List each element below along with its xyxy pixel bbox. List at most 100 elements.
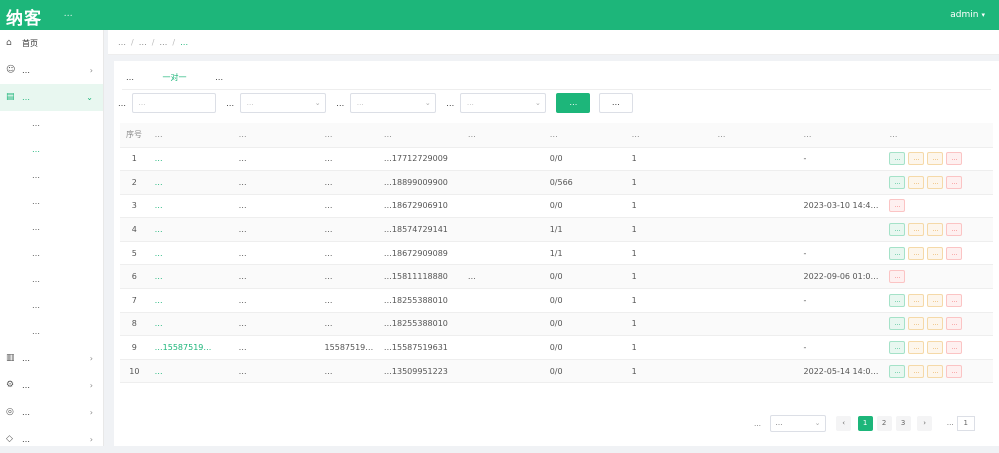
action-button-3[interactable]: … [946,152,963,166]
action-button-1[interactable]: … [908,317,925,331]
filter-input-1[interactable]: … [131,93,216,113]
chevron-down-icon: ⌄ [534,99,541,107]
cell-1[interactable]: … [148,217,233,242]
action-button-3[interactable]: … [946,175,963,189]
action-button-0[interactable]: … [889,317,906,331]
cell-6: 0/0 [543,312,626,337]
sidebar-item-1[interactable]: ☺ … › [0,57,103,84]
sidebar-subitem-3[interactable]: … [0,189,103,215]
action-button-0[interactable]: … [889,175,906,189]
sidebar-subitem-1[interactable]: … [0,137,103,163]
reset-button[interactable]: … [598,93,633,113]
action-button-2[interactable]: … [927,364,944,378]
cell-0: 2 [120,170,149,195]
sidebar-subitem-5[interactable]: … [0,241,103,267]
sidebar-item-6[interactable]: ◇ … › [0,426,103,453]
action-button-3[interactable]: … [889,270,906,284]
filter-bar: … … … … ⌄ … … ⌄ … … ⌄ … … [118,93,639,115]
action-button-1[interactable]: … [908,364,925,378]
sidebar-subitem-2[interactable]: … [0,163,103,189]
goto-page-input[interactable]: 1 [956,416,975,431]
action-button-2[interactable]: … [927,152,944,166]
sidebar-item-4[interactable]: ⚙ … › [0,372,103,399]
action-button-3[interactable]: … [946,364,963,378]
action-button-2[interactable]: … [927,293,944,307]
sidebar-item-label: … [22,66,30,75]
cell-0: 8 [120,312,149,337]
breadcrumb-item[interactable]: … [139,38,147,47]
sidebar-subitem-7[interactable]: … [0,293,103,319]
sidebar-subitem-8[interactable]: … [0,319,103,345]
chevron-right-icon: › [89,354,93,363]
action-button-0[interactable]: … [889,152,906,166]
action-button-0[interactable]: … [889,293,906,307]
action-button-1[interactable]: … [908,152,925,166]
cell-8 [711,241,798,266]
prev-page-button[interactable]: ‹ [836,416,852,431]
sidebar-subitem-4[interactable]: … [0,215,103,241]
filter-select-2[interactable]: … ⌄ [239,93,326,113]
cell-4: …13509951223 [377,359,462,384]
sidebar-item-0[interactable]: ⌂ 首页 [0,30,103,57]
sidebar-item-2[interactable]: ▤ … ⌄ [0,84,103,111]
tab-3[interactable]: … [211,67,227,89]
action-button-3[interactable]: … [946,223,963,237]
action-button-2[interactable]: … [927,223,944,237]
breadcrumb-item[interactable]: … [118,38,126,47]
action-button-2[interactable]: … [927,317,944,331]
cell-1[interactable]: …15587519… [148,335,233,360]
cell-5 [461,335,544,360]
page-button-1[interactable]: 1 [857,416,873,431]
page-button-2[interactable]: 2 [876,416,892,431]
sidebar-subitem-0[interactable]: … [0,111,103,137]
cell-1[interactable]: … [148,264,233,290]
sidebar-subitem-6[interactable]: … [0,267,103,293]
cell-1[interactable]: … [148,288,233,313]
cell-9: - [797,288,884,313]
action-button-3[interactable]: … [946,246,963,260]
action-button-3[interactable]: … [946,317,963,331]
page-button-3[interactable]: 3 [895,416,911,431]
cell-1[interactable]: … [148,312,233,337]
cell-1[interactable]: … [148,170,233,195]
tab-1[interactable]: … [122,67,138,89]
query-button[interactable]: … [556,93,591,113]
breadcrumb-item[interactable]: … [159,38,167,47]
user-menu[interactable]: admin ▾ [950,10,985,20]
action-button-1[interactable]: … [908,175,925,189]
action-button-2[interactable]: … [927,175,944,189]
action-button-0[interactable]: … [889,364,906,378]
action-button-0[interactable]: … [889,223,906,237]
row-actions: ………… [883,288,993,313]
cell-3: … [318,264,378,290]
action-button-1[interactable]: … [908,341,925,355]
cell-1[interactable]: … [148,359,233,384]
action-button-2[interactable]: … [927,246,944,260]
cell-8 [711,147,798,172]
action-button-1[interactable]: … [908,223,925,237]
action-button-1[interactable]: … [908,246,925,260]
filter-select-4[interactable]: … ⌄ [459,93,546,113]
cell-0: 9 [120,335,149,360]
sidebar-item-3[interactable]: ▥ … › [0,345,103,372]
cell-6: 0/0 [543,335,626,360]
action-button-0[interactable]: … [889,341,906,355]
cell-1[interactable]: … [148,194,233,219]
tab-2[interactable]: 一对一 [159,67,191,89]
page-size-select[interactable]: … ⌄ [769,415,826,432]
sidebar-item-5[interactable]: ◎ … › [0,399,103,426]
action-button-3[interactable]: … [946,341,963,355]
app-logo[interactable]: 纳客 [6,4,42,29]
action-button-3[interactable]: … [946,293,963,307]
action-button-2[interactable]: … [927,341,944,355]
next-page-button[interactable]: › [917,416,933,431]
cell-9 [797,312,884,337]
cell-1[interactable]: … [148,241,233,266]
cell-1[interactable]: … [148,147,233,172]
filter-select-3[interactable]: … ⌄ [349,93,436,113]
action-button-3[interactable]: … [889,199,906,213]
action-button-0[interactable]: … [889,246,906,260]
cell-4: …18255388010 [377,312,462,337]
column-header-9: … [797,123,884,148]
action-button-1[interactable]: … [908,293,925,307]
